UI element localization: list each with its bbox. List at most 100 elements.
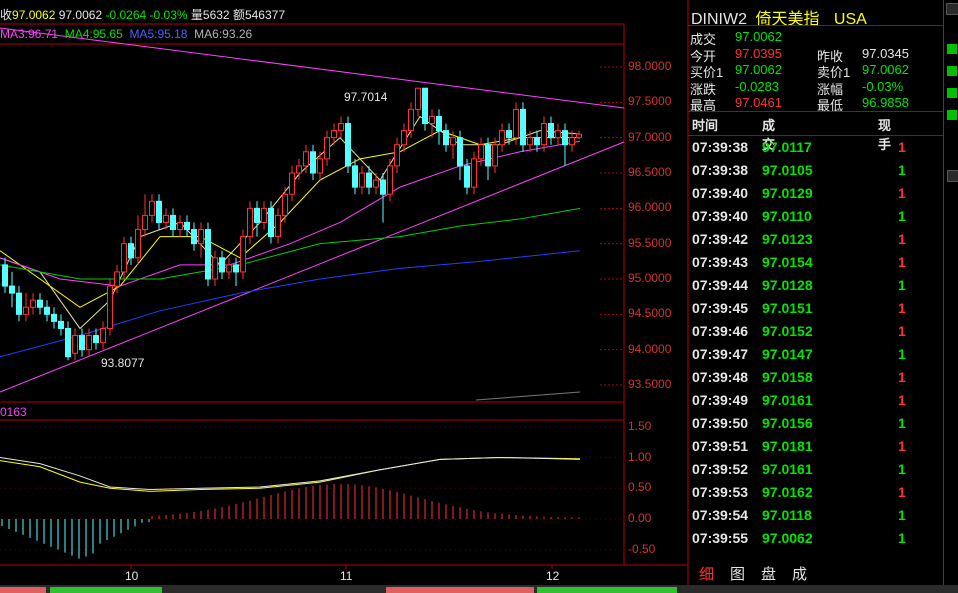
status-strip (0, 585, 958, 593)
tick-price: 97.0181 (762, 438, 813, 454)
tick-time: 07:39:52 (692, 461, 749, 477)
tick-time: 07:39:44 (692, 277, 749, 293)
tick-time: 07:39:55 (692, 530, 749, 546)
tick-row[interactable]: 07:39:40 97.0110 1 (0, 208, 940, 228)
tab-1[interactable]: 图 (730, 563, 745, 584)
quote-value: -0.03% (862, 78, 904, 94)
tick-row[interactable]: 07:39:49 97.0161 1 (0, 392, 940, 412)
tab-2[interactable]: 盘 (761, 563, 776, 584)
quote-value: 97.0395 (735, 45, 782, 61)
tick-row[interactable]: 07:39:48 97.0158 1 (0, 369, 940, 389)
scrollbar[interactable] (943, 0, 958, 593)
tick-price: 97.0123 (762, 231, 813, 247)
tick-time: 07:39:40 (692, 185, 749, 201)
tick-price: 97.0118 (762, 507, 812, 523)
ma3-label: MA3:96.71 (0, 27, 59, 41)
time-tick: 10 (125, 569, 139, 583)
candle-body (555, 130, 561, 139)
change-value: -0.0264 (105, 8, 147, 22)
tick-price: 97.0117 (762, 139, 812, 155)
tick-hand: 1 (898, 392, 906, 408)
time-tick: 12 (546, 569, 560, 583)
quote-value: 97.0062 (735, 62, 782, 77)
tick-row[interactable]: 07:39:50 97.0156 1 (0, 415, 940, 435)
tick-price: 97.0110 (762, 208, 812, 224)
quote-value: 97.0062 (862, 62, 909, 77)
time-tick: 11 (340, 569, 353, 583)
tick-time: 07:39:49 (692, 392, 749, 408)
tick-price: 97.0105 (762, 162, 813, 178)
tick-row[interactable]: 07:39:46 97.0152 1 (0, 323, 940, 343)
tick-hand: 1 (898, 461, 906, 477)
ma5-label: MA5:95.18 (129, 27, 188, 41)
close-value: 97.0062 (12, 8, 56, 22)
tick-time: 07:39:42 (692, 231, 749, 247)
tick-price: 97.0129 (762, 185, 813, 201)
tick-hand: 1 (898, 507, 906, 523)
tick-time: 07:39:38 (692, 162, 749, 178)
tick-price: 97.0156 (762, 415, 813, 431)
tick-time: 07:39:54 (692, 507, 749, 523)
tick-row[interactable]: 07:39:42 97.0123 1 (0, 231, 940, 251)
tick-price: 97.0147 (762, 346, 813, 362)
tick-price: 97.0128 (762, 277, 813, 293)
tick-price: 97.0151 (762, 300, 813, 316)
amount: 额546377 (232, 8, 285, 22)
tick-row[interactable]: 07:39:54 97.0118 1 (0, 507, 940, 527)
candle-body (415, 87, 421, 110)
tick-time: 07:39:47 (692, 346, 749, 362)
volume: 量5632 (190, 8, 230, 22)
tick-hand: 1 (898, 277, 906, 293)
candle-body (548, 123, 554, 139)
tick-row[interactable]: 07:39:53 97.0162 1 (0, 484, 940, 504)
tick-row[interactable]: 07:39:40 97.0129 1 (0, 185, 940, 205)
tick-row[interactable]: 07:39:43 97.0154 1 (0, 254, 940, 274)
quote-value: 97.0345 (862, 45, 909, 61)
tick-time: 07:39:50 (692, 415, 749, 431)
tick-price: 97.0161 (762, 392, 813, 408)
tick-hand: 1 (898, 438, 906, 454)
price-tick: 98.0000 (628, 59, 672, 73)
ma-legend: MA3:96.71 MA4:95.65 MA5:95.18 MA6:93.26 (0, 27, 252, 41)
tick-hand: 1 (898, 323, 906, 339)
close-prefix: 收 (0, 8, 13, 22)
price-tick: 97.5000 (628, 94, 672, 109)
ma6-label: MA6:93.26 (194, 27, 253, 41)
tick-hand: 1 (898, 369, 906, 385)
tick-hand: 1 (898, 530, 906, 546)
tick-row[interactable]: 07:39:38 97.0105 1 (0, 162, 940, 182)
candle-body (422, 87, 428, 125)
tick-row[interactable]: 07:39:51 97.0181 1 (0, 438, 940, 458)
candle-body (513, 108, 519, 139)
tick-row[interactable]: 07:39:47 97.0147 1 (0, 346, 940, 366)
tick-hand: 1 (898, 300, 906, 316)
tick-hand: 1 (898, 139, 906, 155)
tick-row[interactable]: 07:39:55 97.0062 1 (0, 530, 940, 550)
quote-value: 97.0461 (735, 95, 782, 110)
tick-price: 97.0154 (762, 254, 813, 270)
candle-body (576, 133, 582, 139)
tick-row[interactable]: 07:39:45 97.0151 1 (0, 300, 940, 320)
col-time: 时间 (692, 118, 719, 133)
candle-body (408, 108, 414, 132)
candle-body (436, 115, 442, 132)
tick-time: 07:39:40 (692, 208, 749, 224)
change-pct: -0.03% (149, 8, 188, 22)
tick-row[interactable]: 07:39:44 97.0128 1 (0, 277, 940, 297)
candle-body (506, 130, 512, 139)
tick-hand: 1 (898, 231, 906, 247)
tick-time: 07:39:43 (692, 254, 749, 270)
tab-3[interactable]: 成 (792, 563, 807, 584)
tab-0[interactable]: 细 (699, 563, 714, 584)
tick-time: 07:39:45 (692, 300, 749, 316)
ma4-label: MA4:95.65 (64, 27, 123, 41)
quote-value: 97.0062 (735, 29, 782, 44)
tick-hand: 1 (898, 185, 906, 201)
status-icon (947, 44, 957, 54)
candle-body (338, 123, 344, 132)
tick-time: 07:39:51 (692, 438, 749, 454)
tick-row[interactable]: 07:39:38 97.0117 1 (0, 139, 940, 159)
candle-body (429, 115, 435, 125)
tick-row[interactable]: 07:39:52 97.0161 1 (0, 461, 940, 481)
tick-hand: 1 (898, 162, 906, 178)
